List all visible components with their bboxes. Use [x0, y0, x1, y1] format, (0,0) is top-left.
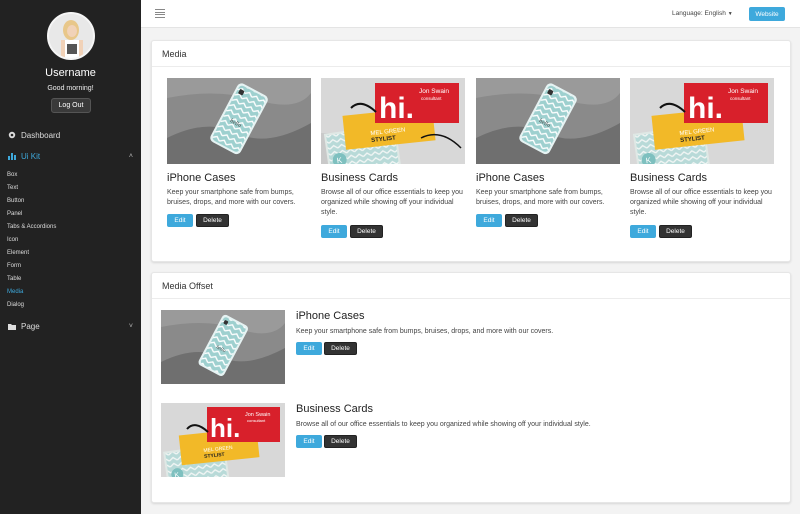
- folder-icon: [7, 322, 17, 330]
- subnav-table[interactable]: Table: [7, 276, 21, 282]
- nav-ui-kit[interactable]: Ui Kit ˄: [0, 147, 141, 165]
- nav-dashboard-label: Dashboard: [21, 130, 61, 140]
- menu-icon[interactable]: [155, 9, 165, 18]
- edit-button[interactable]: Edit: [296, 342, 322, 355]
- user-photo: [49, 14, 93, 58]
- delete-button[interactable]: Delete: [196, 214, 229, 227]
- nav-dashboard[interactable]: Dashboard: [0, 126, 141, 144]
- media-panel-title: Media: [152, 41, 790, 67]
- hi-text: hi.: [688, 92, 723, 125]
- delete-button[interactable]: Delete: [505, 214, 538, 227]
- offset-item-text: Keep your smartphone safe from bumps, br…: [296, 328, 554, 335]
- subnav-form[interactable]: Form: [7, 263, 21, 269]
- subnav-icon[interactable]: Icon: [7, 237, 18, 243]
- business-card-image: K MEL GREEN STYLIST hi. Jon Swain consul…: [630, 78, 774, 164]
- card-title: Business Cards: [321, 172, 399, 184]
- business-card-image: K MEL GREEN STYLIST hi. Jon Swain consul…: [321, 78, 465, 164]
- logout-button[interactable]: Log Out: [51, 98, 91, 113]
- username: Username: [45, 67, 96, 79]
- card-title: Business Cards: [630, 172, 708, 184]
- hi-text: hi.: [210, 413, 240, 443]
- role-1: consultant: [247, 418, 266, 423]
- iphone-case-image: hello: [167, 78, 311, 164]
- nav-ui-kit-label: Ui Kit: [21, 151, 41, 161]
- subnav-button[interactable]: Button: [7, 198, 24, 204]
- role-1: consultant: [421, 96, 442, 101]
- hi-text: hi.: [379, 92, 414, 125]
- subnav-box[interactable]: Box: [7, 172, 17, 178]
- subnav-panel[interactable]: Panel: [7, 211, 22, 217]
- bar-chart-icon: [7, 152, 17, 160]
- card-text: Browse all of our office essentials to k…: [321, 189, 463, 216]
- role-1: consultant: [730, 96, 751, 101]
- edit-button[interactable]: Edit: [630, 225, 656, 238]
- subnav-media[interactable]: Media: [7, 289, 23, 295]
- card-title: iPhone Cases: [167, 172, 236, 184]
- avatar[interactable]: [47, 12, 95, 60]
- edit-button[interactable]: Edit: [321, 225, 347, 238]
- chevron-down-icon: ˅: [128, 322, 133, 330]
- card-text: Keep your smartphone safe from bumps, br…: [476, 189, 605, 206]
- subnav-dialog[interactable]: Dialog: [7, 302, 24, 308]
- edit-button[interactable]: Edit: [296, 435, 322, 448]
- offset-item-text: Browse all of our office essentials to k…: [296, 421, 591, 428]
- nav-page[interactable]: Page ˅: [0, 317, 141, 335]
- edit-button[interactable]: Edit: [476, 214, 502, 227]
- card-title: iPhone Cases: [476, 172, 545, 184]
- card-text: Keep your smartphone safe from bumps, br…: [167, 189, 296, 206]
- offset-item-title: iPhone Cases: [296, 310, 365, 322]
- language-value: English: [704, 10, 726, 17]
- subnav-text[interactable]: Text: [7, 185, 18, 191]
- delete-button[interactable]: Delete: [350, 225, 383, 238]
- name-1: Jon Swain: [728, 88, 758, 95]
- delete-button[interactable]: Delete: [324, 342, 357, 355]
- subnav-element[interactable]: Element: [7, 250, 29, 256]
- nav-page-label: Page: [21, 321, 40, 331]
- name-1: Jon Swain: [419, 88, 449, 95]
- website-button[interactable]: Website: [749, 7, 785, 21]
- sidebar: Username Good morning! Log Out Dashboard…: [0, 0, 141, 514]
- delete-button[interactable]: Delete: [659, 225, 692, 238]
- language-selector[interactable]: Language: English ▼: [672, 10, 733, 17]
- edit-button[interactable]: Edit: [167, 214, 193, 227]
- business-card-image: K MEL GREEN STYLIST hi. Jon Swain consul…: [161, 403, 285, 477]
- language-label: Language:: [672, 10, 703, 17]
- subnav-tabs-accordions[interactable]: Tabs & Accordions: [7, 224, 56, 230]
- offset-item-title: Business Cards: [296, 403, 374, 415]
- caret-down-icon: ▼: [727, 11, 733, 17]
- chevron-up-icon: ˄: [128, 152, 133, 160]
- delete-button[interactable]: Delete: [324, 435, 357, 448]
- card-text: Browse all of our office essentials to k…: [630, 189, 772, 216]
- greeting: Good morning!: [47, 85, 94, 92]
- gear-icon: [7, 131, 17, 139]
- iphone-case-image: hello: [161, 310, 285, 384]
- iphone-case-image: hello: [476, 78, 620, 164]
- top-bar: Language: English ▼ Website: [141, 0, 800, 28]
- media-offset-panel-title: Media Offset: [152, 273, 790, 299]
